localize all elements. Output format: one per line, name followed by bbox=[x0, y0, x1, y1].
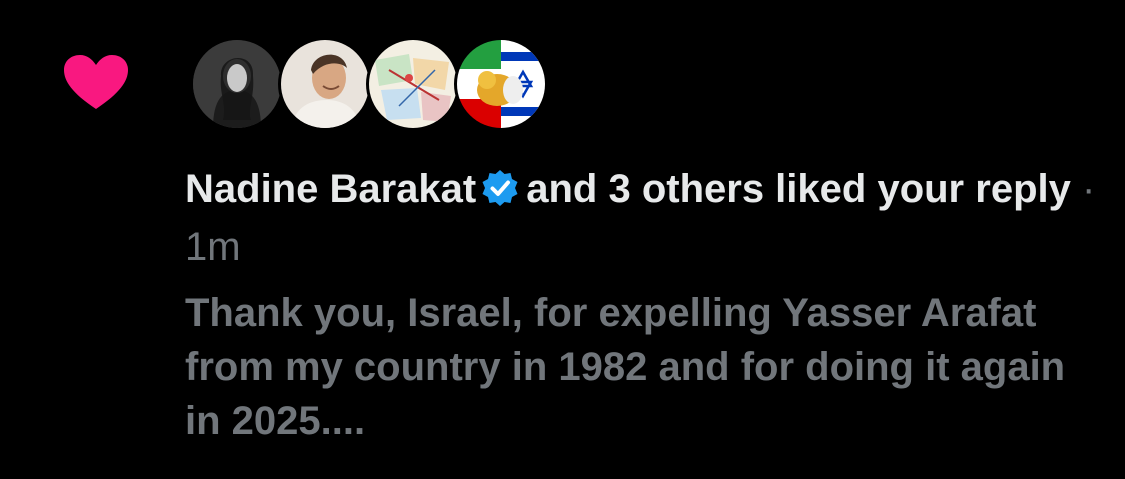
reply-excerpt: Thank you, Israel, for expelling Yasser … bbox=[185, 291, 1066, 443]
avatar[interactable] bbox=[278, 37, 372, 131]
avatar[interactable] bbox=[454, 37, 548, 131]
notification-headline: Nadine Barakat and 3 others liked your re… bbox=[185, 160, 1105, 276]
like-notification[interactable]: Nadine Barakat and 3 others liked your re… bbox=[0, 0, 1125, 479]
actor-name[interactable]: Nadine Barakat bbox=[185, 167, 476, 211]
notification-text[interactable]: Nadine Barakat and 3 others liked your re… bbox=[185, 160, 1105, 448]
timestamp: 1m bbox=[185, 225, 241, 269]
action-text: and 3 others liked your bbox=[526, 167, 965, 211]
heart-icon bbox=[64, 55, 128, 109]
avatar[interactable] bbox=[190, 37, 284, 131]
object-text: reply bbox=[975, 167, 1071, 211]
separator: · bbox=[1081, 167, 1096, 211]
liker-avatars bbox=[190, 37, 570, 131]
verified-badge-icon bbox=[482, 170, 518, 206]
avatar[interactable] bbox=[366, 37, 460, 131]
